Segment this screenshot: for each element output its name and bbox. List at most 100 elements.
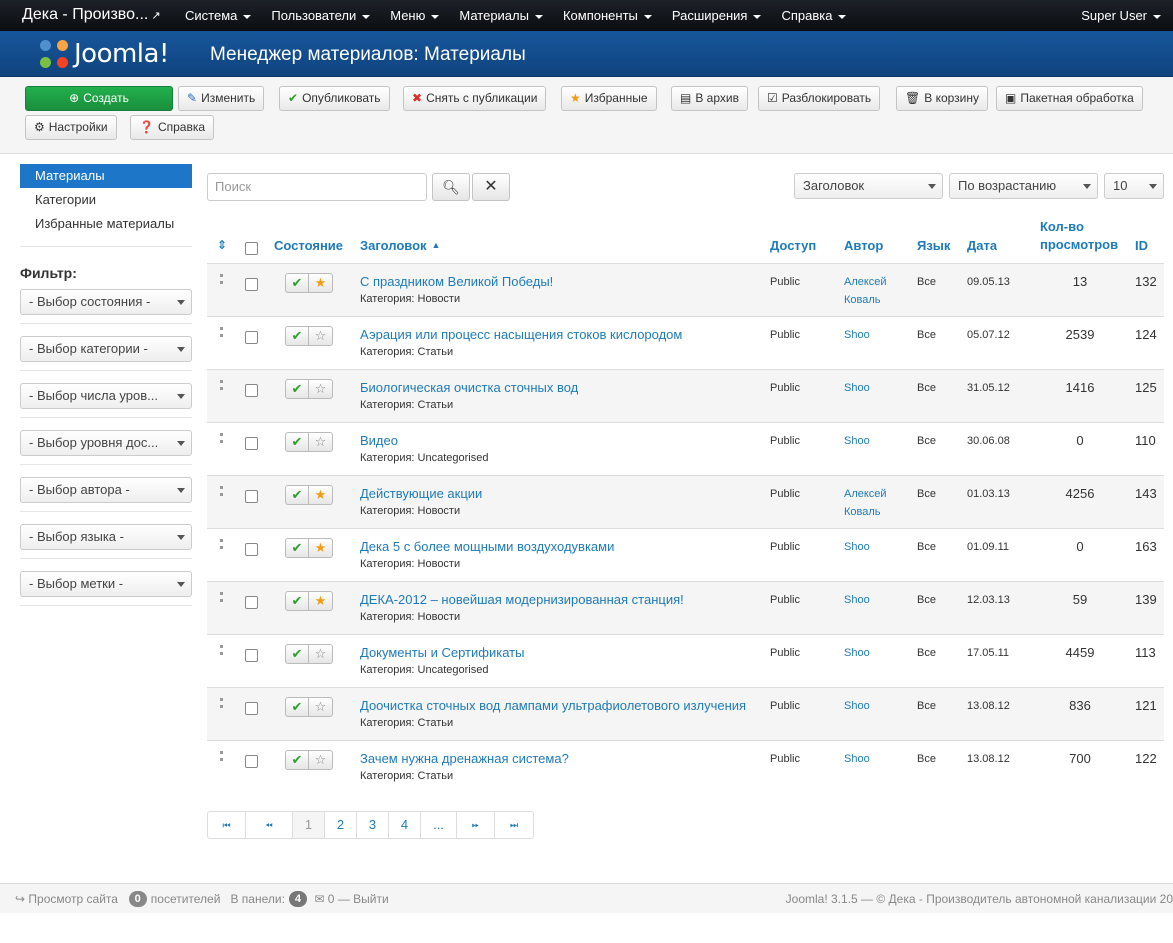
published-check-icon[interactable]: ✔ (286, 327, 309, 345)
author-link[interactable]: Алексей Коваль (844, 273, 887, 309)
page-ellipsis[interactable]: ... (421, 812, 457, 838)
unfeatured-star-icon[interactable]: ☆ (309, 645, 332, 663)
unfeatured-star-icon[interactable]: ☆ (309, 698, 332, 716)
author-name[interactable]: Shoo (844, 594, 870, 606)
filter-category-select[interactable]: - Выбор категории - (20, 336, 192, 362)
author-name[interactable]: Коваль (844, 506, 881, 518)
row-checkbox[interactable] (245, 649, 258, 662)
unfeatured-star-icon[interactable]: ☆ (309, 433, 332, 451)
author-name[interactable]: Алексей (844, 276, 887, 288)
unpublish-button[interactable]: ✖ Снять с публикации (403, 86, 547, 111)
author-name[interactable]: Shoo (844, 435, 870, 447)
menu-users[interactable]: Пользователи (261, 0, 380, 31)
joomla-logo[interactable]: Joomla! (38, 37, 169, 71)
page-3[interactable]: 3 (357, 812, 389, 838)
view-site-link[interactable]: Просмотр сайта (28, 892, 118, 906)
select-all-checkbox[interactable] (245, 242, 258, 255)
row-checkbox[interactable] (245, 702, 258, 715)
author-name[interactable]: Shoo (844, 329, 870, 341)
published-check-icon[interactable]: ✔ (286, 380, 309, 398)
author-name[interactable]: Shoo (844, 753, 870, 765)
filter-tag-select[interactable]: - Выбор метки - (20, 571, 192, 597)
unfeatured-star-icon[interactable]: ☆ (309, 327, 332, 345)
drag-handle-icon[interactable] (220, 380, 223, 390)
published-check-icon[interactable]: ✔ (286, 698, 309, 716)
sidebar-item-categories[interactable]: Категории (20, 188, 192, 212)
page-2[interactable]: 2 (325, 812, 357, 838)
article-title-link[interactable]: С праздником Великой Победы! (360, 274, 553, 289)
author-link[interactable]: Shoo (844, 591, 870, 609)
help-button[interactable]: ❓ Справка (130, 115, 215, 140)
batch-button[interactable]: ▣ Пакетная обработка (996, 86, 1143, 111)
author-name[interactable]: Shoo (844, 541, 870, 553)
article-title-link[interactable]: Доочистка сточных вод лампами ультрафиол… (360, 698, 746, 713)
page-4[interactable]: 4 (389, 812, 421, 838)
drag-handle-icon[interactable] (220, 486, 223, 496)
featured-button[interactable]: ★ Избранные (561, 86, 657, 111)
author-link[interactable]: Shoo (844, 379, 870, 397)
filter-level-select[interactable]: - Выбор числа уров... (20, 383, 192, 409)
author-column-header[interactable]: Автор (844, 226, 883, 264)
unfeatured-star-icon[interactable]: ☆ (309, 751, 332, 769)
drag-handle-icon[interactable] (220, 433, 223, 443)
author-name[interactable]: Shoo (844, 647, 870, 659)
checkin-button[interactable]: ☑ Разблокировать (758, 86, 881, 111)
order-by-select[interactable]: Заголовок (794, 173, 943, 199)
published-check-icon[interactable]: ✔ (286, 539, 309, 557)
edit-button[interactable]: ✎ Изменить (178, 86, 265, 111)
row-checkbox[interactable] (245, 331, 258, 344)
menu-content[interactable]: Материалы (449, 0, 553, 31)
featured-star-icon[interactable]: ★ (309, 274, 332, 292)
messages-count[interactable]: 0 (328, 892, 335, 906)
drag-handle-icon[interactable] (220, 327, 223, 337)
published-check-icon[interactable]: ✔ (286, 433, 309, 451)
hits-column-header[interactable]: Кол-во просмотров (1040, 218, 1118, 254)
drag-handle-icon[interactable] (220, 698, 223, 708)
menu-system[interactable]: Система (175, 0, 261, 31)
article-title-link[interactable]: Документы и Сертификаты (360, 645, 524, 660)
author-name[interactable]: Shoo (844, 382, 870, 394)
create-button[interactable]: ⊕ Создать (25, 86, 173, 111)
row-checkbox[interactable] (245, 543, 258, 556)
author-link[interactable]: Shoo (844, 644, 870, 662)
site-name-link[interactable]: Дека - Произво... ↗ (22, 6, 161, 24)
drag-handle-icon[interactable] (220, 274, 223, 284)
featured-star-icon[interactable]: ★ (309, 539, 332, 557)
status-column-header[interactable]: Состояние (274, 226, 343, 264)
article-title-link[interactable]: Биологическая очистка сточных вод (360, 380, 578, 395)
row-checkbox[interactable] (245, 437, 258, 450)
search-input[interactable]: Поиск (207, 173, 427, 201)
date-column-header[interactable]: Дата (967, 226, 997, 264)
article-title-link[interactable]: Дека 5 с более мощными воздуходувками (360, 539, 614, 554)
article-title-link[interactable]: Зачем нужна дренажная система? (360, 751, 569, 766)
author-name[interactable]: Коваль (844, 294, 881, 306)
author-link[interactable]: Shoo (844, 538, 870, 556)
published-check-icon[interactable]: ✔ (286, 274, 309, 292)
published-check-icon[interactable]: ✔ (286, 592, 309, 610)
author-link[interactable]: Shoo (844, 697, 870, 715)
featured-star-icon[interactable]: ★ (309, 592, 332, 610)
drag-handle-icon[interactable] (220, 645, 223, 655)
author-name[interactable]: Shoo (844, 700, 870, 712)
row-checkbox[interactable] (245, 755, 258, 768)
published-check-icon[interactable]: ✔ (286, 645, 309, 663)
clear-search-button[interactable]: ✕ (472, 173, 510, 201)
filter-state-select[interactable]: - Выбор состояния - (20, 289, 192, 315)
logout-link[interactable]: Выйти (353, 892, 389, 906)
drag-handle-icon[interactable] (220, 751, 223, 761)
unfeatured-star-icon[interactable]: ☆ (309, 380, 332, 398)
page-1[interactable]: 1 (293, 812, 325, 838)
article-title-link[interactable]: Действующие акции (360, 486, 482, 501)
menu-components[interactable]: Компоненты (553, 0, 662, 31)
first-page-button[interactable]: ⏮︎ (208, 812, 246, 838)
row-checkbox[interactable] (245, 490, 258, 503)
user-menu[interactable]: Super User (1081, 0, 1161, 31)
search-button[interactable]: 🔍︎ (432, 173, 470, 201)
sidebar-item-articles[interactable]: Материалы (20, 164, 192, 188)
author-link[interactable]: Алексей Коваль (844, 485, 887, 521)
author-link[interactable]: Shoo (844, 750, 870, 768)
title-column-header[interactable]: Заголовок ▲ (360, 226, 440, 264)
language-column-header[interactable]: Язык (917, 226, 950, 264)
published-check-icon[interactable]: ✔ (286, 486, 309, 504)
row-checkbox[interactable] (245, 596, 258, 609)
